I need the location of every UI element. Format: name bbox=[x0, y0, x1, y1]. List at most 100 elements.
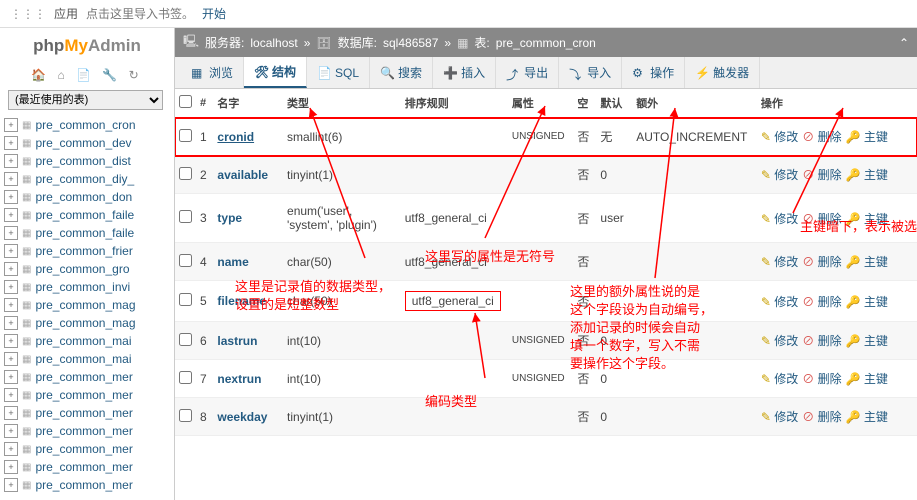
tab-1[interactable]: 🛠结构 bbox=[244, 57, 307, 88]
row-check[interactable] bbox=[179, 333, 192, 346]
sidebar-item-table[interactable]: +▦pre_common_mag bbox=[4, 296, 170, 314]
expand-icon[interactable]: + bbox=[4, 154, 18, 168]
sidebar-item-table[interactable]: +▦pre_common_mer bbox=[4, 458, 170, 476]
expand-icon[interactable]: + bbox=[4, 298, 18, 312]
column-name[interactable]: available bbox=[217, 168, 268, 182]
column-name[interactable]: filename bbox=[217, 294, 266, 308]
drop-action[interactable]: ⊘ 删除 bbox=[802, 334, 841, 348]
sidebar-item-table[interactable]: +▦pre_common_invi bbox=[4, 278, 170, 296]
expand-icon[interactable]: + bbox=[4, 172, 18, 186]
crumb-table[interactable]: pre_common_cron bbox=[496, 36, 596, 50]
drop-action[interactable]: ⊘ 删除 bbox=[802, 410, 841, 424]
crumb-db[interactable]: sql486587 bbox=[383, 36, 438, 50]
panel-collapse-icon[interactable]: ⌃ bbox=[899, 36, 909, 50]
expand-icon[interactable]: + bbox=[4, 208, 18, 222]
edit-action[interactable]: ✎ 修改 bbox=[761, 372, 798, 386]
column-name[interactable]: weekday bbox=[217, 410, 267, 424]
sidebar-item-table[interactable]: +▦pre_common_mer bbox=[4, 440, 170, 458]
sidebar-quick-icons[interactable]: 🏠 ⌂ 📄 🔧 ↻ bbox=[0, 64, 174, 86]
expand-icon[interactable]: + bbox=[4, 478, 18, 492]
sidebar-item-table[interactable]: +▦pre_common_mai bbox=[4, 332, 170, 350]
column-name[interactable]: name bbox=[217, 255, 248, 269]
row-check[interactable] bbox=[179, 371, 192, 384]
expand-icon[interactable]: + bbox=[4, 424, 18, 438]
expand-icon[interactable]: + bbox=[4, 118, 18, 132]
tab-2[interactable]: 📄SQL bbox=[307, 57, 370, 88]
expand-icon[interactable]: + bbox=[4, 136, 18, 150]
row-check[interactable] bbox=[179, 210, 192, 223]
edit-action[interactable]: ✎ 修改 bbox=[761, 410, 798, 424]
crumb-server[interactable]: localhost bbox=[250, 36, 297, 50]
sidebar-item-table[interactable]: +▦pre_common_faile bbox=[4, 224, 170, 242]
row-check[interactable] bbox=[179, 129, 192, 142]
pk-action[interactable]: 🔑 主键 bbox=[846, 295, 888, 309]
apps-label[interactable]: 应用 bbox=[54, 5, 78, 22]
expand-icon[interactable]: + bbox=[4, 406, 18, 420]
sidebar-item-table[interactable]: +▦pre_common_diy_ bbox=[4, 170, 170, 188]
sidebar-item-table[interactable]: +▦pre_common_mag bbox=[4, 314, 170, 332]
expand-icon[interactable]: + bbox=[4, 370, 18, 384]
pk-action[interactable]: 🔑 主键 bbox=[846, 168, 888, 182]
row-check[interactable] bbox=[179, 409, 192, 422]
column-name[interactable]: type bbox=[217, 211, 242, 225]
pk-action[interactable]: 🔑 主键 bbox=[846, 212, 888, 226]
pk-action[interactable]: 🔑 主键 bbox=[846, 334, 888, 348]
recent-tables-select[interactable]: (最近使用的表) bbox=[8, 90, 163, 110]
sidebar-item-table[interactable]: +▦pre_common_mer bbox=[4, 404, 170, 422]
tab-8[interactable]: ⚡触发器 bbox=[685, 57, 760, 88]
sidebar-item-table[interactable]: +▦pre_common_dev bbox=[4, 134, 170, 152]
expand-icon[interactable]: + bbox=[4, 190, 18, 204]
tab-5[interactable]: ⤴导出 bbox=[496, 57, 559, 88]
tab-3[interactable]: 🔍搜索 bbox=[370, 57, 433, 88]
sidebar-item-table[interactable]: +▦pre_common_gro bbox=[4, 260, 170, 278]
drop-action[interactable]: ⊘ 删除 bbox=[802, 295, 841, 309]
drop-action[interactable]: ⊘ 删除 bbox=[802, 255, 841, 269]
expand-icon[interactable]: + bbox=[4, 352, 18, 366]
tab-4[interactable]: ➕插入 bbox=[433, 57, 496, 88]
expand-icon[interactable]: + bbox=[4, 262, 18, 276]
expand-icon[interactable]: + bbox=[4, 460, 18, 474]
drop-action[interactable]: ⊘ 删除 bbox=[802, 372, 841, 386]
edit-action[interactable]: ✎ 修改 bbox=[761, 212, 798, 226]
expand-icon[interactable]: + bbox=[4, 226, 18, 240]
row-check[interactable] bbox=[179, 254, 192, 267]
logo[interactable]: phpMyAdmin bbox=[0, 28, 174, 64]
drop-action[interactable]: ⊘ 删除 bbox=[802, 168, 841, 182]
expand-icon[interactable]: + bbox=[4, 316, 18, 330]
drop-action[interactable]: ⊘ 删除 bbox=[802, 130, 841, 144]
sidebar-item-table[interactable]: +▦pre_common_mer bbox=[4, 368, 170, 386]
pk-action[interactable]: 🔑 主键 bbox=[846, 372, 888, 386]
expand-icon[interactable]: + bbox=[4, 388, 18, 402]
tab-7[interactable]: ⚙操作 bbox=[622, 57, 685, 88]
sidebar-item-table[interactable]: +▦pre_common_mai bbox=[4, 350, 170, 368]
sidebar-item-table[interactable]: +▦pre_common_faile bbox=[4, 206, 170, 224]
expand-icon[interactable]: + bbox=[4, 244, 18, 258]
sidebar-item-table[interactable]: +▦pre_common_don bbox=[4, 188, 170, 206]
edit-action[interactable]: ✎ 修改 bbox=[761, 295, 798, 309]
import-hint[interactable]: 点击这里导入书签。 bbox=[86, 5, 194, 22]
edit-action[interactable]: ✎ 修改 bbox=[761, 168, 798, 182]
drop-action[interactable]: ⊘ 删除 bbox=[802, 212, 841, 226]
row-check[interactable] bbox=[179, 167, 192, 180]
expand-icon[interactable]: + bbox=[4, 334, 18, 348]
sidebar-item-table[interactable]: +▦pre_common_mer bbox=[4, 386, 170, 404]
column-name[interactable]: cronid bbox=[217, 130, 254, 144]
apps-icon[interactable]: ⋮⋮⋮ bbox=[10, 7, 46, 21]
sidebar-item-table[interactable]: +▦pre_common_mer bbox=[4, 476, 170, 494]
expand-icon[interactable]: + bbox=[4, 442, 18, 456]
column-name[interactable]: nextrun bbox=[217, 372, 261, 386]
tab-6[interactable]: ⤵导入 bbox=[559, 57, 622, 88]
pk-action[interactable]: 🔑 主键 bbox=[846, 410, 888, 424]
check-all[interactable] bbox=[179, 95, 192, 108]
edit-action[interactable]: ✎ 修改 bbox=[761, 130, 798, 144]
column-name[interactable]: lastrun bbox=[217, 334, 257, 348]
edit-action[interactable]: ✎ 修改 bbox=[761, 255, 798, 269]
start-link[interactable]: 开始 bbox=[202, 5, 226, 22]
sidebar-item-table[interactable]: +▦pre_common_dist bbox=[4, 152, 170, 170]
edit-action[interactable]: ✎ 修改 bbox=[761, 334, 798, 348]
pk-action[interactable]: 🔑 主键 bbox=[846, 130, 888, 144]
row-check[interactable] bbox=[179, 293, 192, 306]
pk-action[interactable]: 🔑 主键 bbox=[846, 255, 888, 269]
sidebar-item-table[interactable]: +▦pre_common_cron bbox=[4, 116, 170, 134]
sidebar-item-table[interactable]: +▦pre_common_mer bbox=[4, 422, 170, 440]
